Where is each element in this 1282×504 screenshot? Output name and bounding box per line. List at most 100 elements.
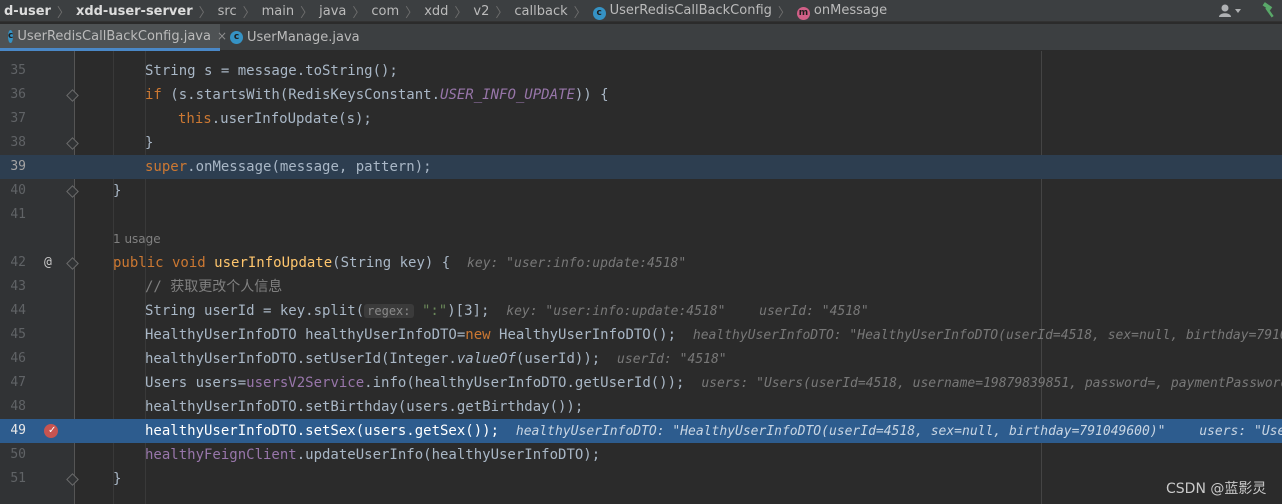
code-text: HealthyUserInfoDTO healthyUserInfoDTO=ne…: [145, 323, 1282, 347]
line-number: 36: [10, 87, 26, 102]
code-line-48[interactable]: 48 healthyUserInfoDTO.setBirthday(users.…: [0, 395, 1282, 419]
code-line-36[interactable]: 36 if (s.startsWith(RedisKeysConstant.US…: [0, 83, 1282, 107]
code-text: }: [145, 135, 154, 151]
line-number: 48: [10, 399, 26, 414]
code-line-50[interactable]: 50 healthyFeignClient.updateUserInfo(hea…: [0, 443, 1282, 467]
code-text: Users users=usersV2Service.info(healthyU…: [145, 371, 1282, 395]
code-text: }: [113, 183, 122, 199]
code-line-41[interactable]: 41: [0, 203, 1282, 227]
code-line-37[interactable]: 37 this.userInfoUpdate(s);: [0, 107, 1282, 131]
breadcrumb-item-xdd[interactable]: xdd: [420, 4, 452, 19]
code-text: }: [113, 471, 122, 487]
code-text: healthyUserInfoDTO.setBirthday(users.get…: [145, 399, 584, 415]
code-line-39[interactable]: 39 super.onMessage(message, pattern);: [0, 155, 1282, 179]
navigation-bar: d-user 〉 xdd-user-server 〉 src 〉 main 〉 java…: [0, 0, 1282, 22]
method-icon: m: [796, 6, 810, 20]
debug-inline-value: key: "user:info:update:4518": [467, 256, 687, 271]
debug-inline-value: healthyUserInfoDTO: "HealthyUserInfoDTO(…: [692, 328, 1282, 343]
breadcrumb-item-v2[interactable]: v2: [469, 4, 493, 19]
chevron-right-icon: 〉: [573, 5, 587, 21]
line-number: 51: [10, 471, 26, 486]
line-number: 37: [10, 111, 26, 126]
debug-inline-value: userId: "4518": [617, 352, 727, 367]
code-editor[interactable]: 35 String s = message.toString(); 36 if …: [0, 51, 1282, 504]
check-icon: ✓: [48, 425, 57, 436]
line-number: 44: [10, 303, 26, 318]
fold-icon[interactable]: [66, 185, 79, 198]
line-number: 46: [10, 351, 26, 366]
class-icon: c: [592, 6, 606, 20]
code-text: String userId = key.split(regex: ":")[3]…: [145, 303, 869, 319]
fold-icon[interactable]: [66, 137, 79, 150]
chevron-right-icon: 〉: [495, 5, 509, 21]
breadcrumb-item-project[interactable]: d-user: [0, 4, 55, 19]
fold-icon[interactable]: [66, 257, 79, 270]
code-line-35[interactable]: 35 String s = message.toString();: [0, 59, 1282, 83]
code-comment: // 获取更改个人信息: [145, 279, 283, 295]
chevron-right-icon: 〉: [242, 5, 256, 21]
watermark: CSDN @蓝影灵: [1166, 481, 1267, 497]
breadcrumb-method-label: onMessage: [813, 2, 888, 18]
line-number: 47: [10, 375, 26, 390]
line-number: 45: [10, 327, 26, 342]
hammer-icon[interactable]: [1260, 1, 1278, 19]
breadcrumb-item-class[interactable]: c UserRedisCallBackConfig: [589, 3, 776, 20]
code-line-51[interactable]: 51 }: [0, 467, 1282, 491]
breadcrumb-item-com[interactable]: com: [367, 4, 403, 19]
code-line-38[interactable]: 38 }: [0, 131, 1282, 155]
code-line-49[interactable]: 49 ✓ healthyUserInfoDTO.setSex(users.get…: [0, 419, 1282, 443]
breadcrumb-item-java[interactable]: java: [315, 4, 350, 19]
chevron-right-icon: 〉: [300, 5, 314, 21]
fold-icon[interactable]: [66, 89, 79, 102]
code-line-46[interactable]: 46 healthyUserInfoDTO.setUserId(Integer.…: [0, 347, 1282, 371]
code-text: healthyFeignClient.updateUserInfo(health…: [145, 447, 601, 463]
chevron-right-icon: 〉: [56, 5, 70, 21]
debug-inline-value: users: "Use: [1199, 424, 1282, 439]
breadcrumb-item-main[interactable]: main: [258, 4, 298, 19]
user-icon[interactable]: [1218, 2, 1248, 20]
line-number: 39: [10, 159, 26, 174]
debug-inline-value: key: "user:info:update:4518": [506, 304, 726, 319]
breadcrumb-item-callback[interactable]: callback: [510, 4, 571, 19]
code-line-43[interactable]: 43 // 获取更改个人信息: [0, 275, 1282, 299]
line-number: 42: [10, 255, 26, 270]
line-number: 49: [10, 423, 26, 438]
line-number: 40: [10, 183, 26, 198]
debug-inline-value: healthyUserInfoDTO: "HealthyUserInfoDTO(…: [515, 424, 1166, 439]
chevron-right-icon: 〉: [198, 5, 212, 21]
parameter-hint: regex:: [364, 304, 414, 318]
indent-guide: [145, 107, 146, 131]
code-text: this.userInfoUpdate(s);: [178, 111, 372, 127]
chevron-right-icon: 〉: [777, 5, 791, 21]
code-text: healthyUserInfoDTO.setUserId(Integer.val…: [145, 351, 727, 367]
breadcrumb-class-label: UserRedisCallBackConfig: [609, 2, 772, 18]
breadcrumb-item-module[interactable]: xdd-user-server: [72, 4, 197, 19]
code-text: public void userInfoUpdate(String key) {…: [113, 255, 687, 271]
code-text: healthyUserInfoDTO.setSex(users.getSex()…: [145, 419, 1282, 443]
line-number: 43: [10, 279, 26, 294]
code-line-45[interactable]: 45 HealthyUserInfoDTO healthyUserInfoDTO…: [0, 323, 1282, 347]
chevron-right-icon: 〉: [454, 5, 468, 21]
code-line-42[interactable]: 42 @ public void userInfoUpdate(String k…: [0, 251, 1282, 275]
fold-icon[interactable]: [66, 473, 79, 486]
line-number: 35: [10, 63, 26, 78]
code-text: if (s.startsWith(RedisKeysConstant.USER_…: [145, 87, 609, 103]
code-text: super.onMessage(message, pattern);: [145, 159, 432, 175]
chevron-right-icon: 〉: [352, 5, 366, 21]
debug-inline-value: userId: "4518": [759, 304, 869, 319]
code-line-44[interactable]: 44 String userId = key.split(regex: ":")…: [0, 299, 1282, 323]
usage-count-link[interactable]: 1 usage: [113, 232, 161, 246]
breadcrumb-item-method[interactable]: m onMessage: [793, 3, 891, 20]
chevron-right-icon: 〉: [405, 5, 419, 21]
line-number: 41: [10, 207, 26, 222]
code-line-40[interactable]: 40 }: [0, 179, 1282, 203]
code-line-47[interactable]: 47 Users users=usersV2Service.info(healt…: [0, 371, 1282, 395]
implements-marker-icon[interactable]: @: [44, 251, 52, 275]
breadcrumb: d-user 〉 xdd-user-server 〉 src 〉 main 〉 java…: [0, 0, 891, 22]
usage-hint-row: 1 usage: [0, 227, 1282, 251]
debug-inline-value: users: "Users(userId=4518, username=1987…: [701, 376, 1282, 391]
line-number: 38: [10, 135, 26, 150]
line-number: 50: [10, 447, 26, 462]
code-text: String s = message.toString();: [145, 63, 398, 79]
breadcrumb-item-src[interactable]: src: [214, 4, 241, 19]
